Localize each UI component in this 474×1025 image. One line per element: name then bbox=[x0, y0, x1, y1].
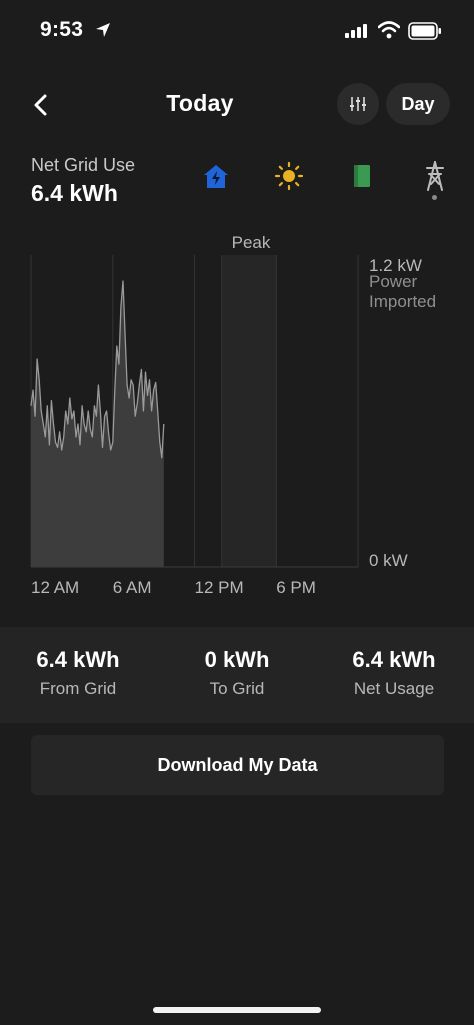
to-grid-label: To Grid bbox=[209, 679, 265, 698]
y-legend-line2: Imported bbox=[369, 292, 436, 311]
usage-summary: 6.4 kWh From Grid 0 kWh To Grid 6.4 kWh … bbox=[0, 627, 474, 723]
power-chart: Peak 1.2 kW Power Imported 0 kW 12 AM 6 A… bbox=[30, 233, 436, 597]
solar-icon[interactable] bbox=[273, 160, 305, 192]
home-icon[interactable] bbox=[200, 160, 232, 192]
y-min-label: 0 kW bbox=[369, 551, 408, 570]
download-data-button[interactable]: Download My Data bbox=[31, 735, 444, 795]
x-tick-label: 12 PM bbox=[195, 578, 244, 597]
x-tick-label: 6 AM bbox=[113, 578, 152, 597]
location-arrow-icon bbox=[96, 23, 110, 37]
y-legend-line1: Power bbox=[369, 272, 418, 291]
filter-button[interactable] bbox=[337, 83, 379, 125]
battery-icon bbox=[408, 22, 441, 40]
selected-source-indicator bbox=[432, 195, 437, 200]
sliders-icon bbox=[350, 97, 366, 111]
metric-label: Net Grid Use bbox=[31, 155, 136, 175]
period-select-button[interactable]: Day bbox=[386, 83, 450, 125]
net-usage-label: Net Usage bbox=[353, 679, 435, 698]
peak-window bbox=[221, 255, 277, 567]
cellular-signal-icon bbox=[345, 24, 367, 38]
status-time: 9:53 bbox=[40, 18, 84, 41]
wifi-icon bbox=[378, 21, 400, 39]
from-grid-label: From Grid bbox=[39, 679, 117, 698]
x-tick-label: 12 AM bbox=[31, 578, 79, 597]
home-indicator bbox=[153, 1007, 321, 1013]
to-grid-value: 0 kWh bbox=[204, 647, 270, 672]
battery-storage-icon[interactable] bbox=[346, 160, 378, 192]
x-tick-label: 6 PM bbox=[276, 578, 316, 597]
from-grid-value: 6.4 kWh bbox=[36, 647, 120, 672]
peak-label: Peak bbox=[232, 233, 271, 252]
net-usage-value: 6.4 kWh bbox=[352, 647, 436, 672]
grid-tower-icon[interactable] bbox=[419, 160, 451, 192]
metric-value: 6.4 kWh bbox=[31, 180, 118, 206]
